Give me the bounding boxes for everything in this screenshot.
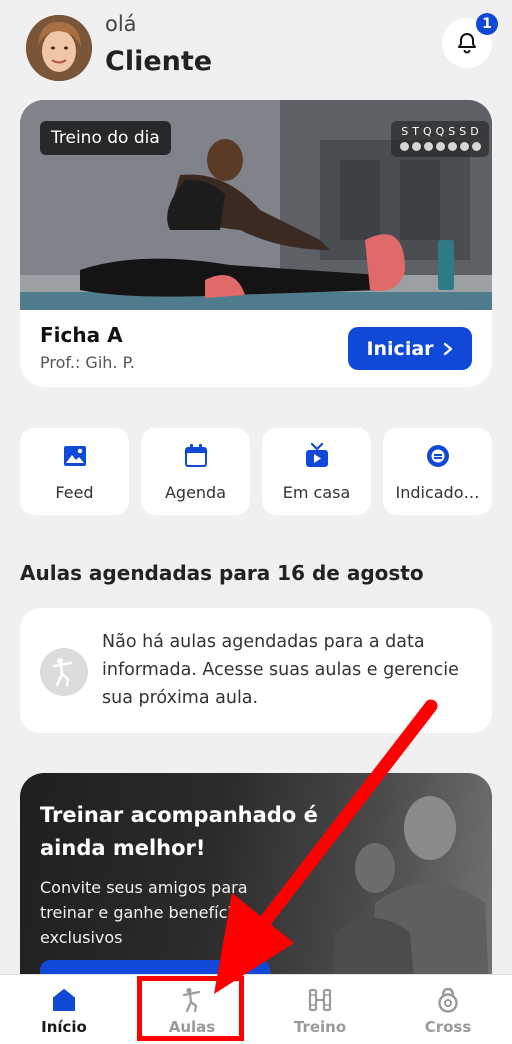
chevron-right-icon: [443, 342, 452, 355]
annotation-highlight-box: [137, 976, 244, 1041]
notification-badge: 1: [476, 13, 498, 35]
quick-action-label: Feed: [55, 483, 94, 502]
tab-inicio[interactable]: Início: [0, 975, 128, 1044]
scheduled-classes-title: Aulas agendadas para 16 de agosto: [20, 561, 424, 585]
quick-action-label: Em casa: [282, 483, 351, 502]
avatar[interactable]: [26, 15, 92, 81]
class-icon: [40, 648, 88, 696]
header: olá Cliente 1: [0, 0, 512, 100]
instructor-name: Prof.: Gih. P.: [40, 353, 135, 372]
workout-of-day-card[interactable]: Treino do dia STQQSSD Ficha A Prof.: Gih…: [20, 100, 492, 387]
quick-action-label: Agenda: [164, 483, 227, 502]
day-dot: [400, 142, 409, 151]
quick-action-feed[interactable]: Feed: [20, 428, 129, 515]
calendar-icon: [185, 444, 207, 467]
kettlebell-icon: [438, 987, 458, 1013]
tab-label: Início: [41, 1018, 87, 1036]
quick-action-label: Indicado…: [395, 483, 480, 502]
day-dot: [436, 142, 445, 151]
start-button-label: Iniciar: [366, 337, 434, 360]
no-classes-card: Não há aulas agendadas para a data infor…: [20, 608, 492, 733]
image-icon: [64, 446, 86, 466]
day-dot: [412, 142, 421, 151]
tab-label: Treino: [293, 1018, 347, 1036]
quick-action-indicados[interactable]: Indicado…: [383, 428, 492, 515]
avatar-photo: [26, 15, 92, 81]
start-workout-button[interactable]: Iniciar: [348, 327, 472, 370]
tab-label: Cross: [424, 1018, 472, 1036]
tab-cross[interactable]: Cross: [384, 975, 512, 1044]
dumbbell-icon: [308, 988, 332, 1012]
bell-icon: [458, 33, 476, 54]
gift-icon: [427, 445, 449, 467]
user-name: Cliente: [105, 46, 213, 77]
week-days-letters: STQQSSD: [401, 125, 483, 138]
no-classes-message: Não há aulas agendadas para a data infor…: [102, 632, 459, 708]
promo-title: Treinar acompanhado é ainda melhor!: [40, 803, 318, 860]
quick-action-em-casa[interactable]: Em casa: [262, 428, 371, 515]
tv-icon: [306, 443, 328, 467]
week-days-indicator: STQQSSD: [391, 121, 489, 157]
workout-name: Ficha A: [40, 323, 123, 347]
workout-of-day-tag: Treino do dia: [40, 121, 171, 155]
tab-treino[interactable]: Treino: [256, 975, 384, 1044]
greeting-text: olá: [105, 12, 137, 36]
day-dot: [460, 142, 469, 151]
quick-action-agenda[interactable]: Agenda: [141, 428, 250, 515]
week-days-dots: [400, 142, 481, 151]
day-dot: [448, 142, 457, 151]
day-dot: [472, 142, 481, 151]
home-icon: [53, 989, 75, 1011]
day-dot: [424, 142, 433, 151]
bottom-tab-bar: Início Aulas Treino Cross: [0, 974, 512, 1044]
promo-text: Convite seus amigos para treinar e ganhe…: [40, 878, 250, 947]
